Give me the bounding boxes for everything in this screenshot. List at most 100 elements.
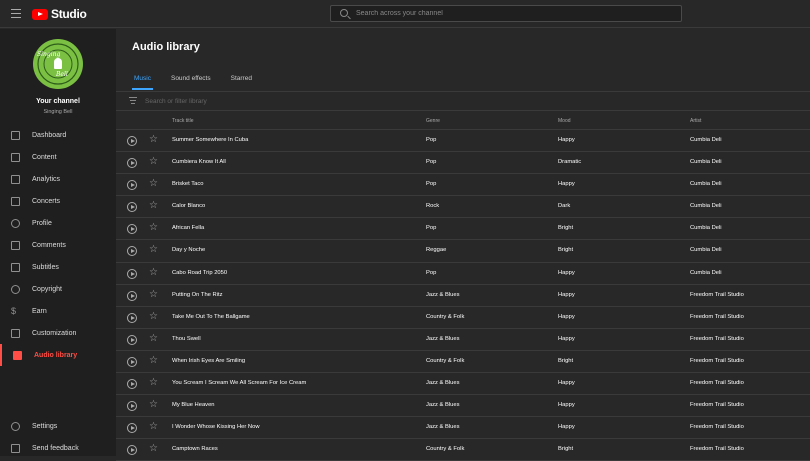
search-input[interactable] [356, 7, 666, 20]
play-icon[interactable] [127, 202, 137, 213]
star-icon[interactable]: ☆ [149, 222, 158, 234]
track-artist: Cumbia Deli [690, 247, 722, 254]
column-header-genre[interactable]: Genre [426, 118, 440, 124]
star-icon[interactable]: ☆ [149, 156, 158, 168]
column-header-title[interactable]: Track title [172, 118, 193, 124]
menu-icon[interactable] [11, 9, 21, 19]
track-list: ☆ Summer Somewhere In Cuba Pop Happy Cumbia … [116, 130, 810, 461]
audio-library-icon [13, 351, 22, 360]
column-header-artist[interactable]: Artist [690, 118, 701, 124]
table-row[interactable]: ☆ Brisket Taco Pop Happy Cumbia Deli [116, 174, 810, 197]
play-icon[interactable] [127, 334, 137, 345]
track-genre: Jazz & Blues [426, 291, 460, 298]
sidebar-item-customization[interactable]: Customization [0, 322, 116, 344]
play-icon[interactable] [127, 268, 137, 279]
sidebar-item-analytics[interactable]: Analytics [0, 168, 116, 190]
play-icon[interactable] [127, 136, 137, 146]
sidebar-item-dashboard[interactable]: Dashboard [0, 124, 116, 146]
track-mood: Happy [558, 402, 575, 409]
table-row[interactable]: ☆ Day y Noche Reggae Bright Cumbia Deli [116, 240, 810, 263]
table-row[interactable]: ☆ My Blue Heaven Jazz & Blues Happy Freedom … [116, 395, 810, 418]
star-icon[interactable]: ☆ [149, 443, 158, 455]
star-icon[interactable]: ☆ [149, 399, 158, 411]
track-genre: Reggae [426, 247, 447, 254]
play-icon[interactable] [127, 180, 137, 191]
star-icon[interactable]: ☆ [149, 421, 158, 433]
table-row[interactable]: ☆ Cabo Road Trip 2050 Pop Happy Cumbia Deli [116, 263, 810, 285]
sidebar-item-content[interactable]: Content [0, 146, 116, 168]
table-row[interactable]: ☆ You Scream I Scream We All Scream For I… [116, 373, 810, 396]
play-icon[interactable] [127, 290, 137, 301]
channel-avatar[interactable]: Singing Bell [33, 39, 83, 89]
copyright-icon [11, 285, 20, 294]
star-icon[interactable]: ☆ [149, 311, 158, 323]
tab-sound-effects[interactable]: Sound effects [169, 73, 213, 90]
sidebar-item-settings[interactable]: Settings [0, 415, 116, 437]
sidebar-item-label: Subtitles [32, 263, 59, 271]
table-row[interactable]: ☆ Thou Swell Jazz & Blues Happy Freedom Trai… [116, 329, 810, 351]
star-icon[interactable]: ☆ [149, 200, 158, 212]
tab-music[interactable]: Music [132, 73, 153, 90]
table-row[interactable]: ☆ Putting On The Ritz Jazz & Blues Happy Fre… [116, 285, 810, 307]
star-icon[interactable]: ☆ [149, 134, 158, 146]
sidebar-item-copyright[interactable]: Copyright [0, 278, 116, 300]
table-row[interactable]: ☆ I Wonder Whose Kissing Her Now Jazz & Bl… [116, 417, 810, 440]
play-icon[interactable] [127, 356, 137, 367]
filter-icon[interactable] [129, 97, 137, 104]
star-icon[interactable]: ☆ [149, 178, 158, 190]
sidebar-item-label: Analytics [32, 175, 61, 183]
play-icon[interactable] [127, 445, 137, 456]
track-genre: Rock [426, 203, 440, 210]
star-icon[interactable]: ☆ [149, 377, 158, 389]
star-icon[interactable]: ☆ [149, 289, 158, 301]
track-artist: Freedom Trail Studio [690, 291, 744, 298]
sidebar-item-profile[interactable]: Profile [0, 212, 116, 234]
star-icon[interactable]: ☆ [149, 333, 158, 345]
dashboard-icon [11, 131, 20, 140]
track-artist: Freedom Trail Studio [690, 446, 744, 453]
track-title: You Scream I Scream We All Scream For Ic… [172, 380, 307, 387]
table-row[interactable]: ☆ When Irish Eyes Are Smiling Country & Fo… [116, 351, 810, 374]
track-mood: Dark [558, 203, 571, 210]
play-icon[interactable] [127, 246, 137, 257]
track-genre: Pop [426, 137, 437, 143]
page-title: Audio library [132, 41, 200, 53]
table-row[interactable]: ☆ Calor Blanco Rock Dark Cumbia Deli [116, 196, 810, 219]
track-title: Calor Blanco [172, 203, 206, 210]
play-icon[interactable] [127, 312, 137, 323]
play-icon[interactable] [127, 379, 137, 390]
main-content: Audio library Music Sound effects Starre… [116, 29, 810, 461]
play-icon[interactable] [127, 158, 137, 169]
column-header-mood[interactable]: Mood [558, 118, 571, 124]
studio-logo[interactable]: Studio [32, 7, 87, 21]
star-icon[interactable]: ☆ [149, 355, 158, 367]
track-mood: Bright [558, 247, 574, 254]
play-icon[interactable] [127, 224, 137, 235]
search-box[interactable] [330, 5, 682, 22]
bell-icon [54, 58, 62, 69]
sidebar-item-label: Settings [32, 422, 58, 430]
sidebar-item-subtitles[interactable]: Subtitles [0, 256, 116, 278]
play-icon[interactable] [127, 423, 137, 434]
table-row[interactable]: ☆ Cumbiera Know It All Pop Dramatic Cumbia D… [116, 152, 810, 175]
content-icon [11, 153, 20, 162]
star-icon[interactable]: ☆ [149, 267, 158, 279]
tab-starred[interactable]: Starred [229, 73, 254, 90]
sidebar-item-concerts[interactable]: Concerts [0, 190, 116, 212]
sidebar-item-earn[interactable]: $ Earn [0, 300, 116, 322]
filter-input[interactable] [145, 96, 445, 106]
track-artist: Cumbia Deli [690, 159, 722, 166]
sidebar-item-label: Dashboard [32, 131, 67, 139]
sidebar-item-comments[interactable]: Comments [0, 234, 116, 256]
track-title: Day y Noche [172, 247, 206, 254]
table-row[interactable]: ☆ Summer Somewhere In Cuba Pop Happy Cumbia … [116, 130, 810, 153]
table-row[interactable]: ☆ Take Me Out To The Ballgame Country & Fo… [116, 307, 810, 329]
sidebar-item-audio-library[interactable]: Audio library [0, 344, 116, 366]
table-row[interactable]: ☆ Camptown Races Country & Folk Bright Freed… [116, 439, 810, 461]
track-genre: Country & Folk [426, 313, 465, 320]
star-icon[interactable]: ☆ [149, 244, 158, 256]
avatar-text-top: Singing [37, 51, 61, 58]
table-row[interactable]: ☆ African Fella Pop Bright Cumbia Deli [116, 218, 810, 241]
play-icon[interactable] [127, 401, 137, 412]
track-mood: Happy [558, 380, 575, 387]
